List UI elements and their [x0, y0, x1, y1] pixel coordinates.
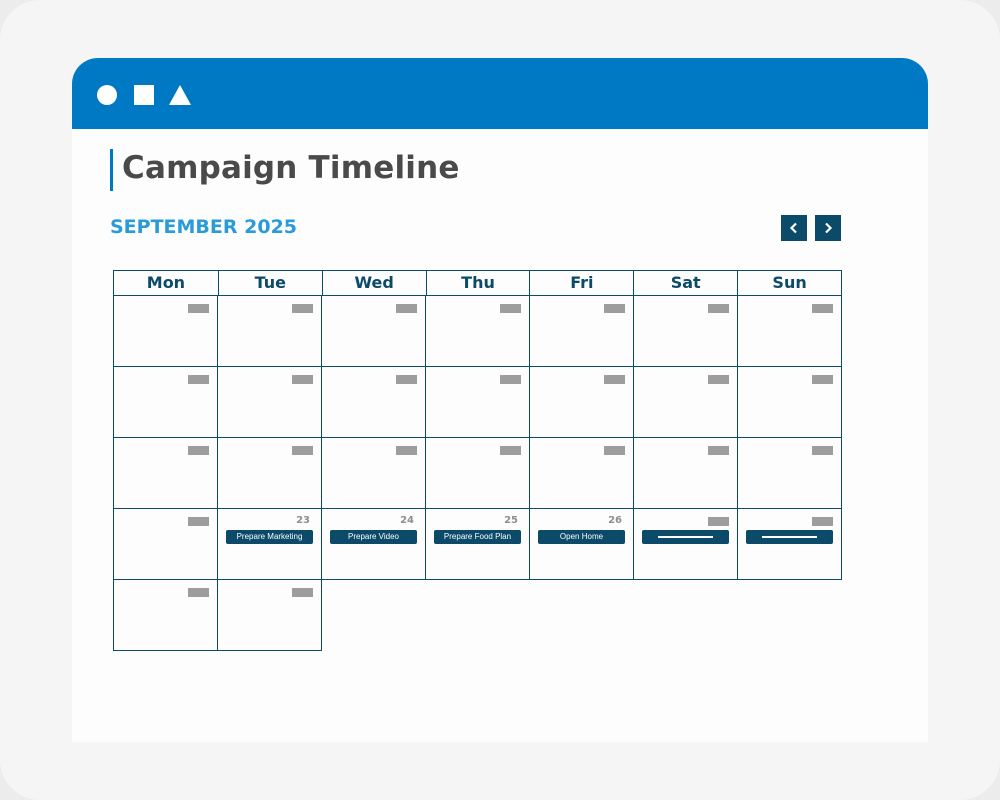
event-pill[interactable]: Prepare Video	[330, 530, 417, 544]
day-cell[interactable]	[633, 295, 738, 367]
month-label: SEPTEMBER 2025	[110, 216, 298, 238]
event-placeholder-line	[762, 536, 817, 538]
day-cell[interactable]	[425, 437, 530, 509]
app-window: Campaign Timeline SEPTEMBER 2025 Mon Tue W…	[72, 58, 928, 742]
event-pill[interactable]: Prepare Marketing	[226, 530, 313, 544]
day-cell[interactable]	[529, 366, 634, 438]
day-cell[interactable]	[425, 366, 530, 438]
day-cell[interactable]	[217, 437, 322, 509]
date-placeholder	[292, 375, 313, 384]
title-bar	[72, 58, 928, 129]
day-cell[interactable]	[633, 437, 738, 509]
day-cell[interactable]	[633, 508, 738, 580]
date-placeholder	[812, 304, 833, 313]
weekday-header-sat: Sat	[633, 271, 737, 295]
date-number: 26	[608, 515, 622, 526]
weekday-header-tue: Tue	[217, 271, 322, 295]
date-placeholder	[708, 375, 729, 384]
day-cell[interactable]	[737, 295, 842, 367]
day-cell[interactable]	[737, 437, 842, 509]
date-number: 23	[296, 515, 310, 526]
event-pill[interactable]: Open Home	[538, 530, 625, 544]
weekday-header-sun: Sun	[737, 271, 841, 295]
day-cell[interactable]	[529, 437, 634, 509]
date-placeholder	[708, 446, 729, 455]
date-placeholder	[604, 446, 625, 455]
calendar-grid: Mon Tue Wed Thu Fri Sat Sun 23 Prepare Marketin…	[113, 270, 842, 651]
event-pill[interactable]	[746, 530, 833, 544]
date-placeholder	[396, 446, 417, 455]
event-pill[interactable]: Prepare Food Plan	[434, 530, 521, 544]
date-placeholder	[812, 375, 833, 384]
title-accent-bar	[110, 149, 113, 191]
date-placeholder	[500, 304, 521, 313]
date-placeholder	[396, 304, 417, 313]
weekday-header-fri: Fri	[529, 271, 633, 295]
day-cell[interactable]: 26 Open Home	[529, 508, 634, 580]
day-cell[interactable]	[217, 295, 322, 367]
next-month-button[interactable]	[815, 215, 841, 241]
weekday-header-thu: Thu	[425, 271, 530, 295]
day-cell[interactable]	[321, 437, 426, 509]
triangle-icon	[169, 85, 191, 105]
previous-month-button[interactable]	[781, 215, 807, 241]
day-cell[interactable]	[113, 508, 218, 580]
event-pill[interactable]	[642, 530, 729, 544]
chevron-left-icon	[789, 222, 797, 234]
date-placeholder	[292, 588, 313, 597]
day-cell[interactable]	[113, 579, 218, 651]
square-icon	[134, 85, 154, 105]
date-placeholder	[396, 375, 417, 384]
day-cell[interactable]	[529, 295, 634, 367]
weekday-header-row: Mon Tue Wed Thu Fri Sat Sun	[113, 270, 842, 296]
date-placeholder	[812, 517, 833, 526]
event-placeholder-line	[658, 536, 713, 538]
day-cell[interactable]	[737, 508, 842, 580]
day-cell[interactable]	[425, 295, 530, 367]
date-placeholder	[812, 446, 833, 455]
date-number: 24	[400, 515, 414, 526]
date-number: 25	[504, 515, 518, 526]
circle-icon	[97, 85, 117, 105]
date-placeholder	[188, 588, 209, 597]
date-placeholder	[292, 446, 313, 455]
page-title: Campaign Timeline	[122, 150, 460, 186]
day-cell[interactable]	[737, 366, 842, 438]
date-placeholder	[188, 446, 209, 455]
day-cell[interactable]	[113, 295, 218, 367]
weekday-header-mon: Mon	[146, 273, 186, 292]
weekday-header-wed: Wed	[321, 271, 426, 295]
date-placeholder	[708, 304, 729, 313]
date-placeholder	[188, 304, 209, 313]
day-cell[interactable]: 24 Prepare Video	[321, 508, 426, 580]
day-cell[interactable]	[321, 295, 426, 367]
date-placeholder	[188, 375, 209, 384]
date-placeholder	[604, 304, 625, 313]
day-cell[interactable]	[321, 366, 426, 438]
day-cell[interactable]: 25 Prepare Food Plan	[425, 508, 530, 580]
date-placeholder	[500, 446, 521, 455]
date-placeholder	[292, 304, 313, 313]
day-cell[interactable]	[217, 579, 322, 651]
day-cell[interactable]	[633, 366, 738, 438]
page-background: Campaign Timeline SEPTEMBER 2025 Mon Tue W…	[0, 0, 1000, 800]
date-placeholder	[708, 517, 729, 526]
day-cell[interactable]	[113, 437, 218, 509]
day-cell[interactable]	[217, 366, 322, 438]
chevron-right-icon	[825, 222, 833, 234]
day-cell[interactable]: 23 Prepare Marketing	[217, 508, 322, 580]
date-placeholder	[500, 375, 521, 384]
date-placeholder	[604, 375, 625, 384]
date-placeholder	[188, 517, 209, 526]
day-cell[interactable]	[113, 366, 218, 438]
